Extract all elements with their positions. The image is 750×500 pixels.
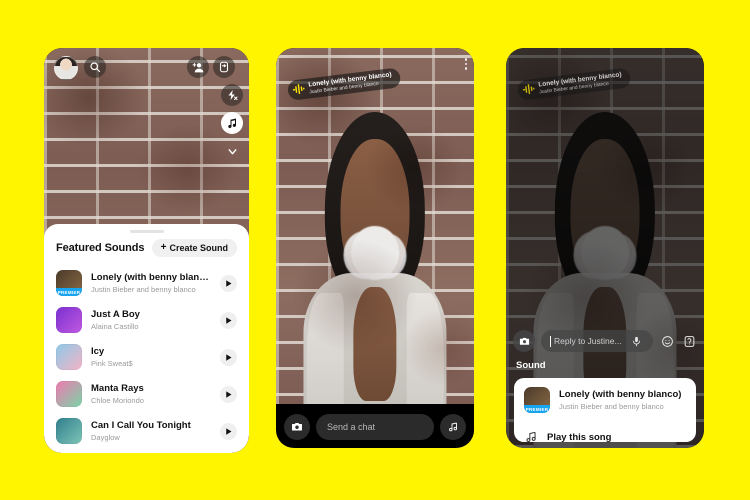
phone-2: Lonely (with benny blanco) Justin Bieber… — [276, 48, 474, 448]
send-chat-input[interactable]: Send a chat — [316, 414, 434, 440]
play-this-song-label: Play this song — [547, 431, 612, 443]
play-button[interactable] — [220, 274, 237, 292]
phone-1: Featured Sounds + Create Sound PREMIER Lo… — [44, 48, 249, 453]
album-art — [56, 344, 82, 370]
list-item[interactable]: Manta Rays Chloe Moriondo — [56, 376, 237, 413]
flash-off-icon[interactable] — [221, 84, 243, 106]
music-note-icon[interactable] — [440, 414, 466, 440]
premier-badge: PREMIER — [524, 405, 550, 413]
page-title: Featured Sounds — [56, 242, 145, 254]
play-button[interactable] — [220, 385, 237, 403]
chevron-down-icon[interactable] — [221, 140, 243, 162]
track-meta: Manta Rays Chloe Moriondo — [91, 383, 211, 405]
album-art: PREMIER — [56, 270, 82, 296]
track-artist: Justin Bieber and benny blanco — [91, 284, 196, 294]
sound-panel-track-artist: Justin Bieber and benny blanco — [559, 401, 664, 411]
phone-1-right-rail — [221, 84, 243, 162]
screenshot-root: Featured Sounds + Create Sound PREMIER Lo… — [0, 0, 750, 500]
sound-panel-card: PREMIER Lonely (with benny blanco) Justi… — [514, 378, 696, 442]
play-icon — [226, 427, 232, 435]
play-button[interactable] — [220, 422, 237, 440]
camera-icon[interactable] — [284, 414, 310, 440]
album-art — [56, 418, 82, 444]
subject-person — [303, 112, 447, 448]
track-title: Icy — [91, 346, 105, 358]
track-artist: Dayglow — [91, 432, 120, 442]
track-artist: Chloe Moriondo — [91, 395, 144, 405]
play-button[interactable] — [220, 348, 237, 366]
profile-avatar[interactable] — [54, 56, 78, 80]
featured-sounds-sheet: Featured Sounds + Create Sound PREMIER Lo… — [44, 224, 249, 453]
camera-icon[interactable] — [513, 330, 535, 352]
track-meta: Lonely (with benny blanco) Justin Bieber … — [91, 272, 211, 294]
search-icon[interactable] — [84, 56, 106, 78]
premier-badge: PREMIER — [56, 288, 82, 296]
sheet-drag-handle[interactable] — [129, 230, 164, 233]
more-options-icon[interactable] — [464, 58, 467, 70]
play-this-song-button[interactable]: Play this song — [514, 421, 696, 442]
list-item[interactable]: PREMIER Lonely (with benny blanco) Justin … — [56, 265, 237, 302]
music-note-icon[interactable] — [221, 112, 243, 134]
list-item[interactable]: Can I Call You Tonight Dayglow — [56, 413, 237, 450]
send-chat-placeholder: Send a chat — [327, 422, 376, 432]
sound-panel-track-meta: Lonely (with benny blanco) Justin Bieber… — [559, 389, 686, 411]
plus-icon: + — [160, 242, 167, 253]
play-icon — [226, 390, 232, 398]
phone-1-screen: Featured Sounds + Create Sound PREMIER Lo… — [44, 48, 249, 453]
album-art — [56, 381, 82, 407]
sound-wave-icon — [522, 84, 535, 95]
reply-input[interactable]: Reply to Justine... — [541, 330, 653, 352]
track-title: Manta Rays — [91, 383, 144, 395]
flip-camera-icon[interactable] — [213, 56, 235, 78]
play-icon — [226, 353, 232, 361]
album-art — [56, 307, 82, 333]
track-title: Can I Call You Tonight — [91, 420, 191, 432]
microphone-icon[interactable] — [628, 333, 644, 349]
text-caret — [550, 335, 551, 347]
chat-bar: Send a chat — [284, 414, 466, 440]
create-sound-label: Create Sound — [169, 243, 228, 253]
featured-sounds-list[interactable]: PREMIER Lonely (with benny blanco) Justin … — [44, 265, 249, 453]
snap-preview-image — [276, 48, 474, 448]
play-icon — [226, 316, 232, 324]
track-title: Just A Boy — [91, 309, 140, 321]
sound-wave-icon — [292, 84, 305, 95]
sound-panel-label: Sound — [516, 360, 546, 371]
phone-1-top-bar — [52, 56, 241, 80]
album-art: PREMIER — [524, 387, 550, 413]
play-button[interactable] — [220, 311, 237, 329]
track-title: Lonely (with benny blanco) — [91, 272, 211, 284]
create-sound-button[interactable]: + Create Sound — [151, 239, 237, 257]
track-artist: Alaina Castillo — [91, 321, 139, 331]
list-item[interactable]: Icy Pink Sweat$ — [56, 339, 237, 376]
list-item[interactable]: Post-HumorousGus Dapperton — [56, 450, 237, 453]
sound-panel-track-row[interactable]: PREMIER Lonely (with benny blanco) Justi… — [514, 378, 696, 421]
track-meta: Can I Call You Tonight Dayglow — [91, 420, 211, 442]
track-artist: Pink Sweat$ — [91, 358, 133, 368]
add-friend-icon[interactable] — [187, 56, 209, 78]
bitmoji-sticker-icon[interactable] — [681, 333, 697, 349]
music-note-icon — [526, 431, 536, 442]
track-meta: Just A Boy Alaina Castillo — [91, 309, 211, 331]
reply-placeholder: Reply to Justine... — [554, 336, 622, 346]
list-item[interactable]: Just A Boy Alaina Castillo — [56, 302, 237, 339]
reply-placeholder-wrap: Reply to Justine... — [550, 335, 622, 347]
track-meta: Icy Pink Sweat$ — [91, 346, 211, 368]
phone-2-screen: Lonely (with benny blanco) Justin Bieber… — [276, 48, 474, 448]
reply-bar: Reply to Justine... — [513, 330, 697, 352]
phone-3: Lonely (with benny blanco) Justin Bieber… — [506, 48, 704, 448]
play-icon — [226, 279, 232, 287]
sheet-header: Featured Sounds + Create Sound — [44, 235, 249, 265]
sound-panel-track-title: Lonely (with benny blanco) — [559, 389, 682, 401]
phone-3-screen: Lonely (with benny blanco) Justin Bieber… — [506, 48, 704, 448]
emoji-smiley-icon[interactable] — [659, 333, 675, 349]
